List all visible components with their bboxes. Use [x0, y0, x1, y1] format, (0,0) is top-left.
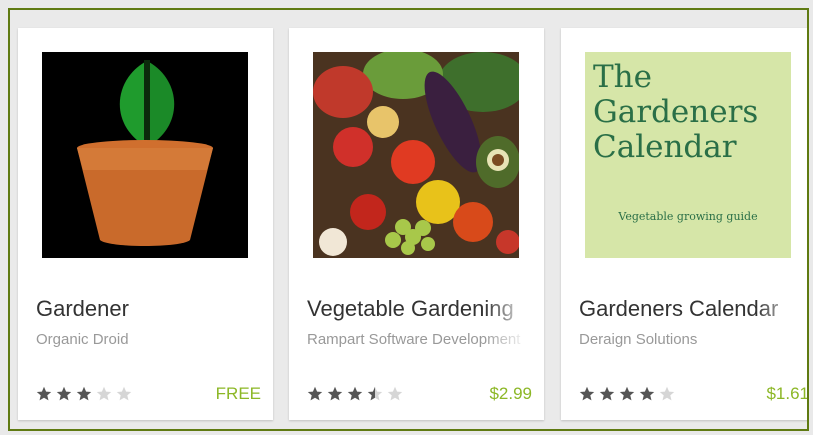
price-button[interactable]: $2.99: [489, 384, 532, 404]
star-filled-icon: [76, 386, 92, 401]
star-half-icon: [367, 386, 383, 401]
star-rating: [307, 386, 403, 402]
star-filled-icon: [599, 386, 615, 401]
app-developer[interactable]: Deraign Solutions: [579, 331, 801, 348]
app-developer[interactable]: Rampart Software Development: [307, 331, 529, 348]
potted-plant-icon: [77, 60, 213, 246]
app-title[interactable]: Gardener: [36, 296, 258, 322]
calendar-cover-line2: Gardeners: [593, 94, 759, 130]
app-developer[interactable]: Organic Droid: [36, 331, 258, 348]
star-filled-icon: [579, 386, 595, 401]
star-filled-icon: [307, 386, 323, 401]
star-rating: [579, 386, 675, 402]
star-empty-icon: [387, 386, 403, 401]
calendar-cover-line3: Calendar: [593, 129, 737, 165]
calendar-cover-subtitle: Vegetable growing guide: [618, 210, 758, 223]
vegetables-photo-icon: [313, 52, 519, 258]
star-filled-icon: [619, 386, 635, 401]
app-card-gardener[interactable]: Gardener Organic Droid FREE: [18, 28, 273, 420]
star-filled-icon: [327, 386, 343, 401]
price-button[interactable]: FREE: [216, 384, 261, 404]
app-card-vegetable-gardening[interactable]: Vegetable Gardening Rampart Software Dev…: [289, 28, 544, 420]
app-list-frame: Gardener Organic Droid FREE Vegetable Ga…: [8, 8, 809, 431]
star-filled-icon: [347, 386, 363, 401]
app-icon-vegetable-gardening[interactable]: [313, 52, 519, 258]
app-card-gardeners-calendar[interactable]: The Gardeners Calendar Vegetable growing…: [561, 28, 807, 420]
price-button[interactable]: $1.61: [766, 384, 807, 404]
star-empty-icon: [96, 386, 112, 401]
app-icon-gardeners-calendar[interactable]: The Gardeners Calendar Vegetable growing…: [585, 52, 791, 258]
app-title[interactable]: Gardeners Calendar: [579, 296, 801, 322]
app-icon-gardener[interactable]: [42, 52, 248, 258]
star-empty-icon: [659, 386, 675, 401]
star-filled-icon: [36, 386, 52, 401]
app-title[interactable]: Vegetable Gardening: [307, 296, 529, 322]
star-empty-icon: [116, 386, 132, 401]
calendar-cover: The Gardeners Calendar Vegetable growing…: [593, 59, 783, 224]
star-filled-icon: [639, 386, 655, 401]
calendar-cover-line1: The: [593, 59, 652, 95]
star-rating: [36, 386, 132, 402]
star-filled-icon: [56, 386, 72, 401]
